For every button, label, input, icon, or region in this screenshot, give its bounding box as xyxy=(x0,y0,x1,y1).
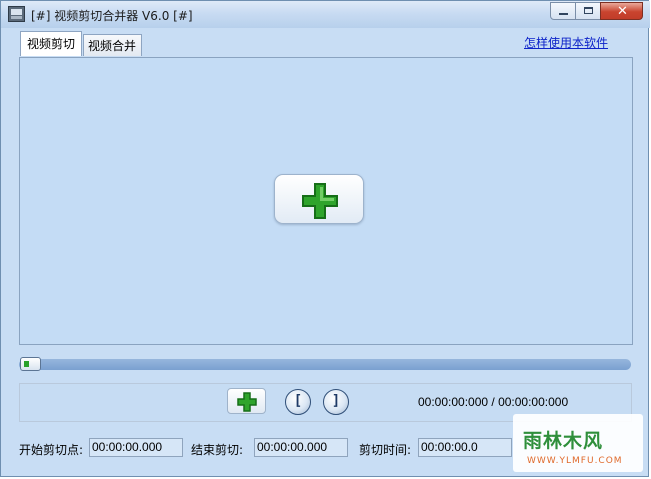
plus-icon xyxy=(302,183,338,219)
start-point-field[interactable]: 00:00:00.000 xyxy=(89,438,183,457)
watermark-title: 雨林木风 xyxy=(523,430,604,452)
close-icon: ✕ xyxy=(617,4,628,19)
title-bar[interactable]: [#] 视频剪切合并器 V6.0 [#] ✕ xyxy=(1,1,650,28)
timeline-slider-handle[interactable] xyxy=(20,357,41,371)
watermark-logo: 雨林木风 WWW.YLMFU.COM xyxy=(513,414,643,472)
plus-icon xyxy=(237,392,257,412)
tab-video-merge[interactable]: 视频合并 xyxy=(83,34,142,56)
add-video-button[interactable] xyxy=(274,174,364,224)
add-file-button[interactable] xyxy=(227,388,266,414)
cut-duration-label: 剪切时间: xyxy=(359,443,412,457)
cut-duration-field[interactable]: 00:00:00.0 xyxy=(418,438,512,457)
tab-video-cut[interactable]: 视频剪切 xyxy=(20,31,82,56)
mark-end-button[interactable]: ] xyxy=(323,389,349,415)
watermark-url: WWW.YLMFU.COM xyxy=(527,456,623,466)
maximize-button[interactable] xyxy=(575,2,601,20)
video-film-icon xyxy=(8,6,25,22)
mark-start-button[interactable]: [ xyxy=(285,389,311,415)
minimize-icon xyxy=(559,13,568,15)
end-point-field[interactable]: 00:00:00.000 xyxy=(254,438,348,457)
minimize-button[interactable] xyxy=(550,2,576,20)
end-point-label: 结束剪切: xyxy=(191,443,244,457)
help-link[interactable]: 怎样使用本软件 xyxy=(524,34,608,51)
window-title: [#] 视频剪切合并器 V6.0 [#] xyxy=(31,9,193,23)
maximize-icon xyxy=(584,7,593,14)
start-point-label: 开始剪切点: xyxy=(19,443,84,457)
timeline-progress-bar[interactable] xyxy=(19,359,631,370)
close-button[interactable]: ✕ xyxy=(600,2,643,20)
time-display: 00:00:00:000 / 00:00:00:000 xyxy=(418,395,569,409)
window-controls: ✕ xyxy=(550,2,643,21)
